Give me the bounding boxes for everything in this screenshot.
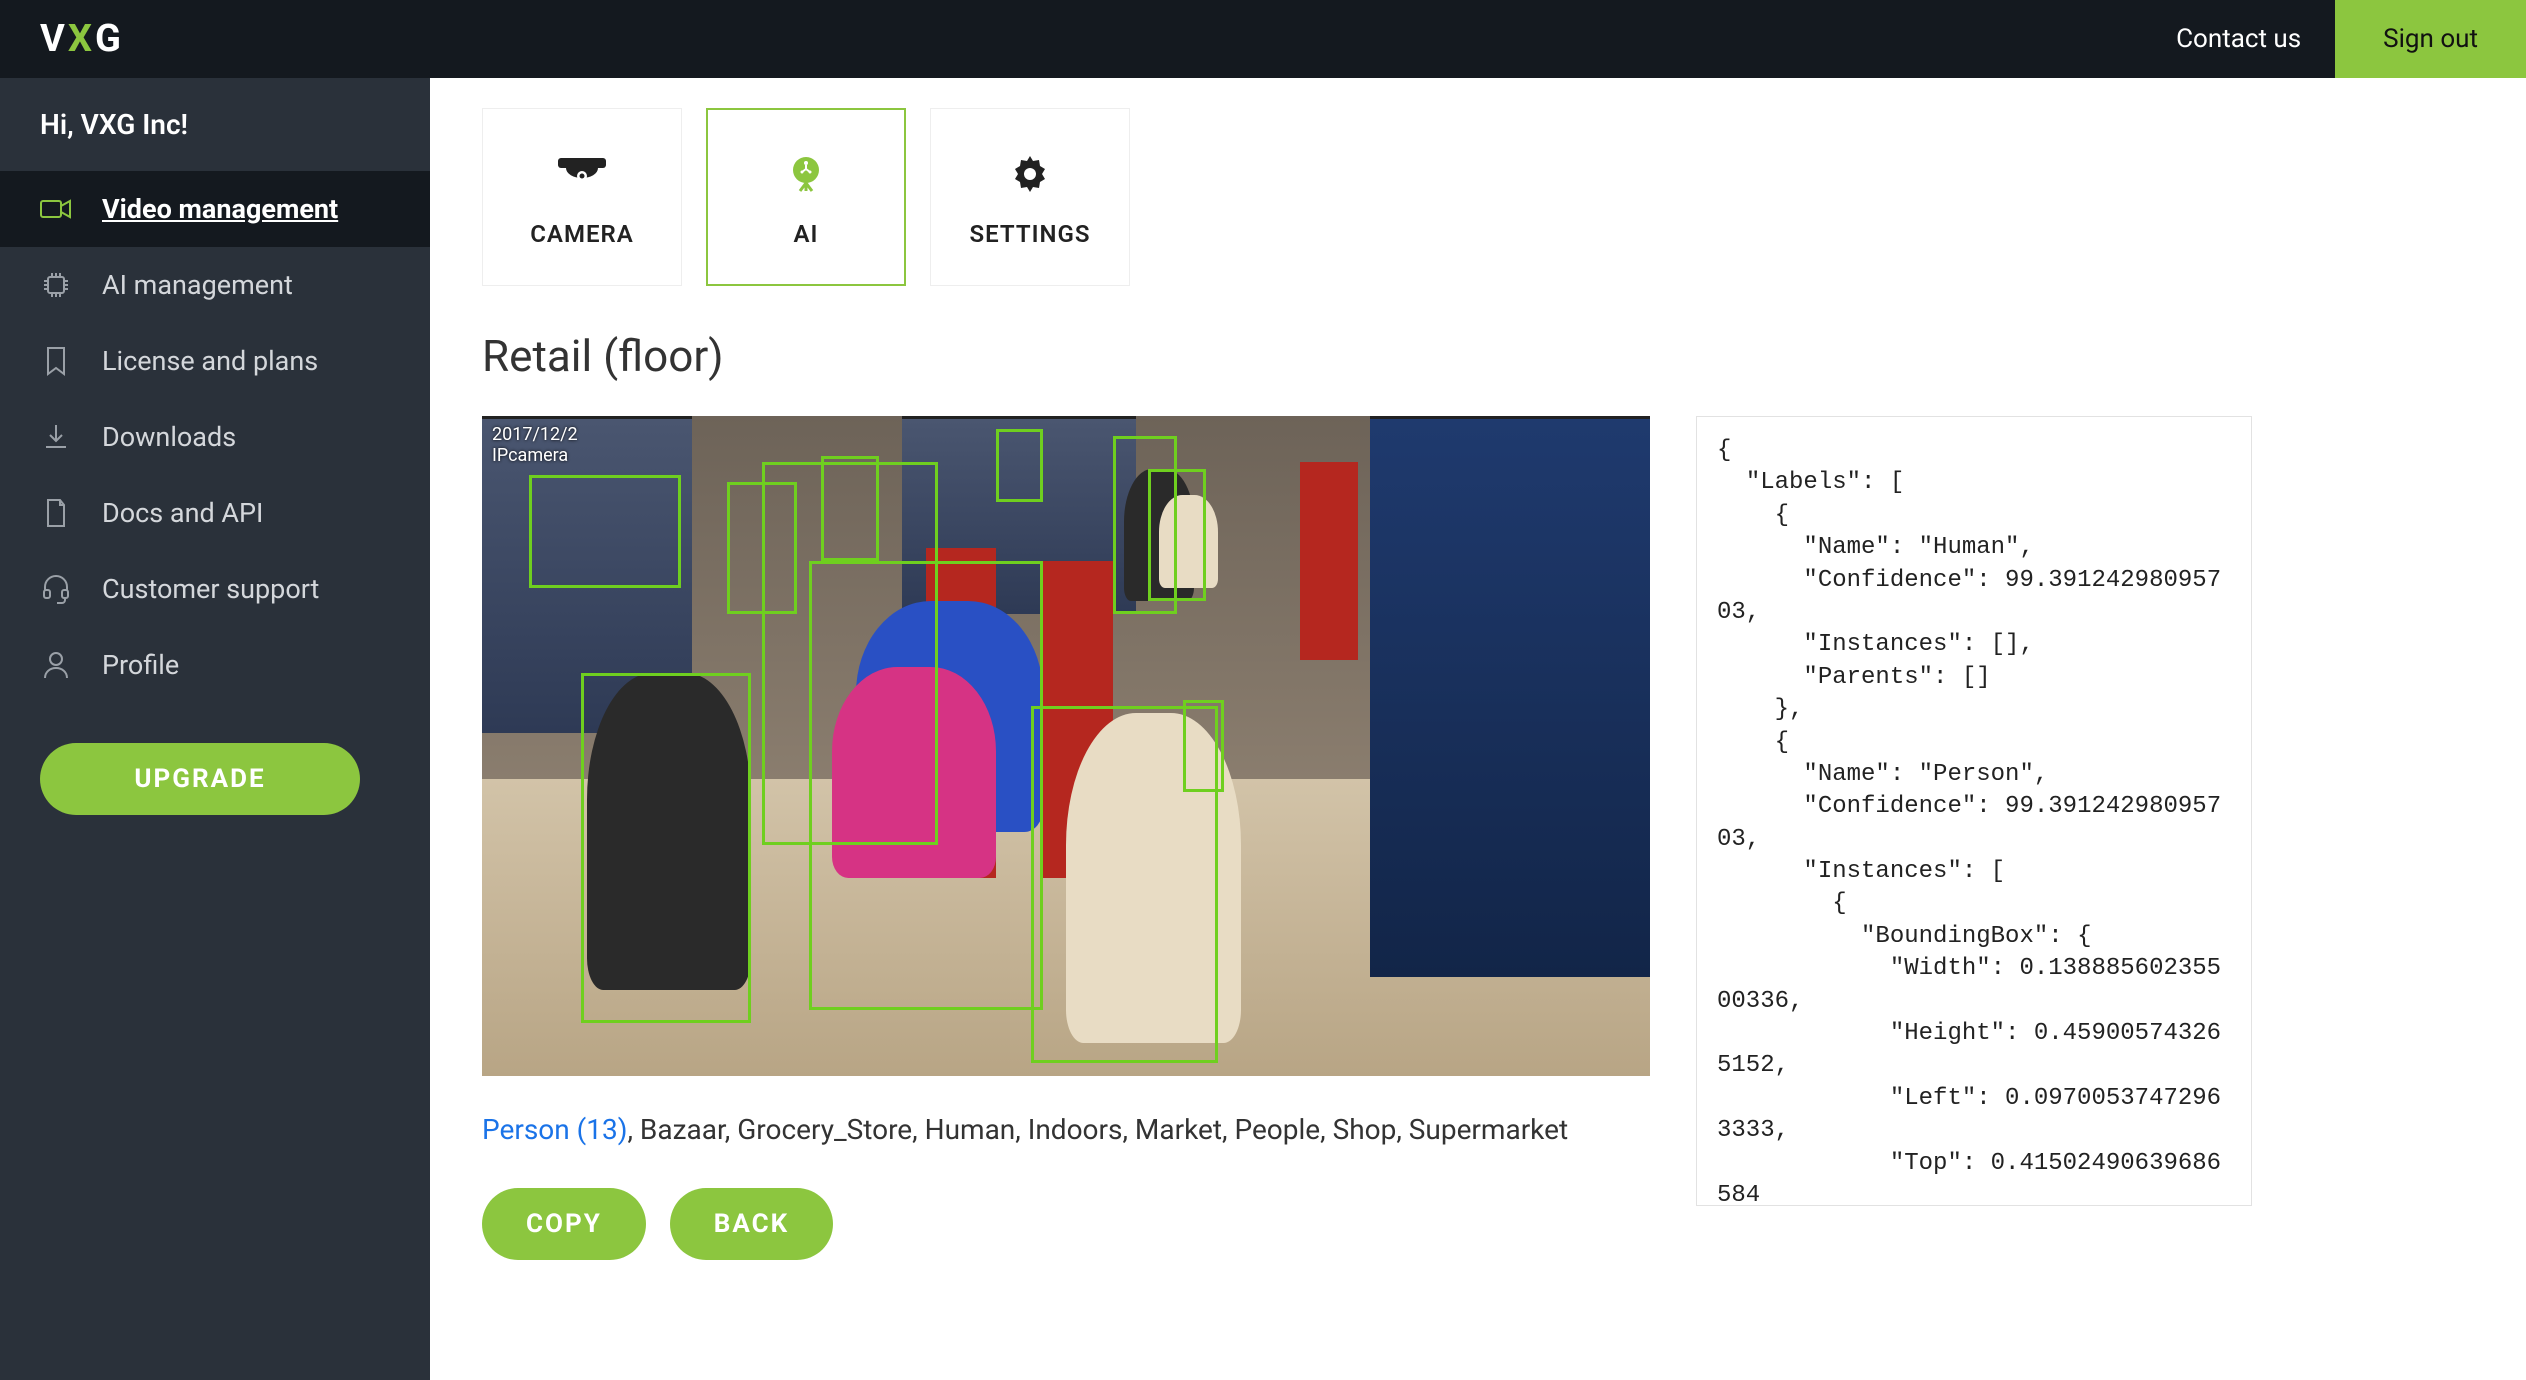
sidebar-item-ai-management[interactable]: AI management	[0, 247, 430, 323]
detection-tags: Person (13), Bazaar, Grocery_Store, Huma…	[482, 1106, 1650, 1154]
sidebar-item-label: Downloads	[102, 421, 236, 453]
ai-brain-icon	[778, 146, 834, 202]
sidebar-item-docs-and-api[interactable]: Docs and API	[0, 475, 430, 551]
sign-out-button[interactable]: Sign out	[2335, 0, 2526, 78]
topbar: VXG Contact us Sign out	[0, 0, 2526, 78]
tab-label: SETTINGS	[969, 220, 1090, 248]
logo: VXG	[40, 17, 122, 61]
sidebar-item-profile[interactable]: Profile	[0, 627, 430, 703]
sidebar-item-label: Video management	[102, 193, 338, 225]
sidebar-item-label: Profile	[102, 649, 179, 681]
sidebar-item-label: Docs and API	[102, 497, 263, 529]
logo-letter-x: X	[68, 17, 93, 61]
logo-letter: G	[95, 17, 122, 61]
sidebar-item-label: Customer support	[102, 573, 319, 605]
video-camera-icon	[40, 193, 72, 225]
sidebar-item-customer-support[interactable]: Customer support	[0, 551, 430, 627]
contact-us-link[interactable]: Contact us	[2142, 0, 2335, 78]
download-icon	[40, 421, 72, 453]
logo-letter: V	[40, 17, 66, 61]
sidebar: Hi, VXG Inc! Video management AI managem…	[0, 78, 430, 1380]
detection-tag-list: , Bazaar, Grocery_Store, Human, Indoors,…	[627, 1113, 1568, 1146]
tab-camera[interactable]: CAMERA	[482, 108, 682, 286]
bookmark-icon	[40, 345, 72, 377]
user-icon	[40, 649, 72, 681]
gear-icon	[1002, 146, 1058, 202]
sidebar-item-label: AI management	[102, 269, 293, 301]
sidebar-item-label: License and plans	[102, 345, 318, 377]
copy-button[interactable]: COPY	[482, 1188, 646, 1260]
video-frame[interactable]: 2017/12/2IPcamera	[482, 416, 1650, 1076]
headset-icon	[40, 573, 72, 605]
camera-dome-icon	[554, 146, 610, 202]
chip-icon	[40, 269, 72, 301]
tabbar: CAMERA AI SETTINGS	[482, 108, 2474, 286]
page-title: Retail (floor)	[482, 330, 2474, 382]
video-timestamp: 2017/12/2IPcamera	[492, 424, 578, 466]
sidebar-item-downloads[interactable]: Downloads	[0, 399, 430, 475]
sidebar-nav: Video management AI management License a…	[0, 171, 430, 703]
primary-detection-tag[interactable]: Person (13)	[482, 1113, 627, 1146]
sidebar-item-license-and-plans[interactable]: License and plans	[0, 323, 430, 399]
sidebar-item-video-management[interactable]: Video management	[0, 171, 430, 247]
main-content: CAMERA AI SETTINGS Retail (floor)	[430, 78, 2526, 1380]
tab-settings[interactable]: SETTINGS	[930, 108, 1130, 286]
document-icon	[40, 497, 72, 529]
json-output-panel[interactable]: { "Labels": [ { "Name": "Human", "Confid…	[1696, 416, 2252, 1206]
upgrade-button[interactable]: UPGRADE	[40, 743, 360, 815]
tab-ai[interactable]: AI	[706, 108, 906, 286]
tab-label: CAMERA	[530, 220, 634, 248]
back-button[interactable]: BACK	[670, 1188, 833, 1260]
tab-label: AI	[794, 220, 819, 248]
greeting-text: Hi, VXG Inc!	[0, 78, 430, 171]
